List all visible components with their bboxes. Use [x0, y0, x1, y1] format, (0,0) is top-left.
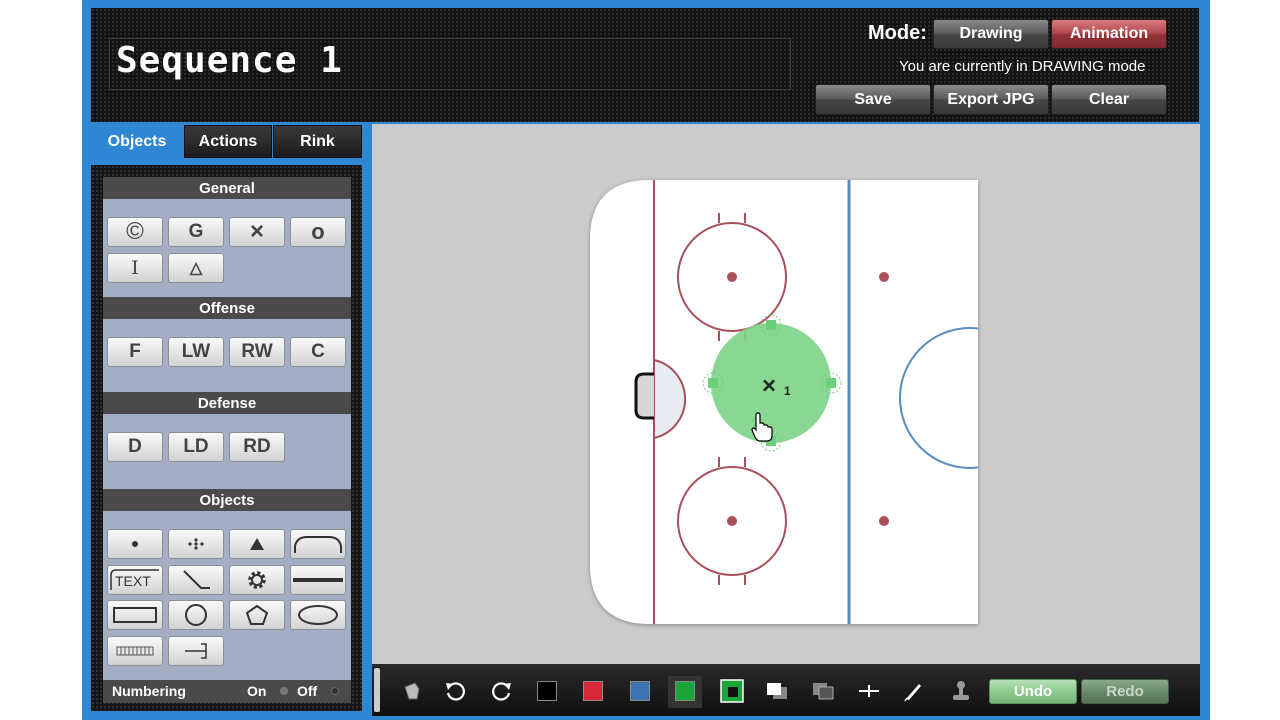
mode-status-text: You are currently in DRAWING mode — [899, 58, 1146, 75]
tool-forward[interactable]: F — [107, 337, 163, 367]
numbering-bar: Numbering On Off — [103, 680, 351, 703]
tool-d-label: D — [128, 436, 142, 457]
tool-defense[interactable]: D — [107, 432, 163, 462]
player-number: 1 — [784, 384, 791, 398]
tool-o-player[interactable]: o — [290, 217, 346, 247]
tool-goalie-label: G — [188, 221, 204, 242]
plus-icon[interactable] — [857, 679, 881, 703]
ladder-icon — [116, 646, 154, 656]
sequence-title[interactable]: Sequence 1 — [116, 40, 343, 81]
tool-dot[interactable] — [107, 529, 163, 559]
redo-button[interactable]: Redo — [1081, 679, 1169, 704]
undo-button[interactable]: Undo — [989, 679, 1077, 704]
player-x-label: × — [762, 372, 776, 399]
tool-copyright-label: © — [126, 218, 144, 245]
tool-triangle-label: △ — [189, 260, 203, 277]
dot-icon — [132, 541, 138, 547]
stick-icon — [183, 570, 210, 589]
stamp-icon[interactable] — [949, 679, 973, 703]
tool-left-defense[interactable]: LD — [168, 432, 224, 462]
save-button[interactable]: Save — [815, 84, 931, 115]
export-jpg-button[interactable]: Export JPG — [933, 84, 1049, 115]
pucks-icon — [188, 538, 204, 550]
tool-circle[interactable] — [168, 600, 224, 630]
tool-goalie[interactable]: G — [168, 217, 224, 247]
tool-rw-label: RW — [241, 341, 273, 362]
tab-rink[interactable]: Rink — [273, 125, 362, 158]
pentagon-icon — [245, 604, 269, 625]
eraser-icon[interactable] — [399, 679, 423, 703]
section-objects-header: Objects — [103, 489, 351, 511]
drawing-mode-button[interactable]: Drawing — [933, 19, 1049, 49]
color-black-swatch[interactable] — [537, 681, 557, 701]
faceoff-dot-bottom — [727, 516, 737, 526]
tool-ellipse[interactable] — [290, 600, 346, 630]
color-green-swatch[interactable] — [675, 681, 695, 701]
tool-lw-label: LW — [181, 341, 211, 362]
tool-arc[interactable] — [290, 529, 346, 559]
toolbar-grip[interactable] — [374, 668, 380, 712]
tool-text-label: TEXT — [115, 573, 151, 589]
arc-icon — [294, 536, 342, 553]
gear-icon — [248, 571, 266, 589]
fill-color-icon[interactable] — [720, 679, 744, 703]
faceoff-dot-top — [727, 272, 737, 282]
tool-c-label: C — [311, 341, 325, 362]
clear-button[interactable]: Clear — [1051, 84, 1167, 115]
tool-x-player[interactable]: × — [229, 217, 285, 247]
tool-center[interactable]: C — [290, 337, 346, 367]
neutral-dot-top — [879, 272, 889, 282]
tab-actions[interactable]: Actions — [184, 125, 272, 158]
tool-x-label: × — [249, 218, 264, 245]
tool-pucks[interactable] — [168, 529, 224, 559]
tool-forward-label: F — [129, 341, 141, 362]
tool-copyright[interactable]: © — [107, 217, 163, 247]
tool-ld-label: LD — [183, 436, 209, 457]
tool-rd-label: RD — [243, 436, 271, 457]
tool-left-wing[interactable]: LW — [168, 337, 224, 367]
section-general-header: General — [103, 177, 351, 199]
numbering-label: Numbering — [112, 683, 186, 699]
tool-right-defense[interactable]: RD — [229, 432, 285, 462]
rectangle-icon — [113, 607, 157, 623]
pen-icon[interactable] — [901, 679, 925, 703]
tool-thick-line[interactable] — [290, 565, 346, 595]
cone-icon — [250, 538, 264, 550]
section-defense-header: Defense — [103, 392, 351, 414]
mode-label: Mode: — [868, 22, 927, 44]
thick-line-icon — [293, 578, 343, 582]
tool-cone[interactable] — [229, 529, 285, 559]
numbering-on-radio[interactable] — [280, 687, 288, 695]
neutral-dot-bottom — [879, 516, 889, 526]
color-red-swatch[interactable] — [583, 681, 603, 701]
tool-right-wing[interactable]: RW — [229, 337, 285, 367]
rink-canvas[interactable]: × 1 — [372, 124, 1200, 664]
tool-i-label: I — [131, 257, 139, 279]
animation-mode-button[interactable]: Animation — [1051, 19, 1167, 49]
circle-icon — [185, 604, 207, 626]
tool-ladder[interactable] — [107, 636, 163, 666]
bring-front-icon[interactable] — [765, 679, 789, 703]
rotate-right-icon[interactable] — [490, 679, 514, 703]
numbering-off-label: Off — [297, 683, 318, 699]
numbering-on-label: On — [247, 683, 267, 699]
tool-rectangle[interactable] — [107, 600, 163, 630]
tab-objects[interactable]: Objects — [91, 125, 183, 158]
tool-i-player[interactable]: I — [107, 253, 163, 283]
section-offense-header: Offense — [103, 297, 351, 319]
numbering-off-radio[interactable] — [331, 687, 339, 695]
tool-gear[interactable] — [229, 565, 285, 595]
tool-pentagon[interactable] — [229, 600, 285, 630]
tool-o-label: o — [311, 219, 325, 244]
send-back-icon[interactable] — [811, 679, 835, 703]
tool-net[interactable] — [168, 636, 224, 666]
tool-text[interactable]: TEXT — [107, 565, 163, 595]
ellipse-icon — [298, 605, 338, 625]
net-icon — [185, 643, 207, 659]
tool-stick[interactable] — [168, 565, 224, 595]
tool-triangle[interactable]: △ — [168, 253, 224, 283]
color-blue-swatch[interactable] — [630, 681, 650, 701]
goal-net — [634, 372, 654, 420]
rotate-left-icon[interactable] — [443, 679, 467, 703]
